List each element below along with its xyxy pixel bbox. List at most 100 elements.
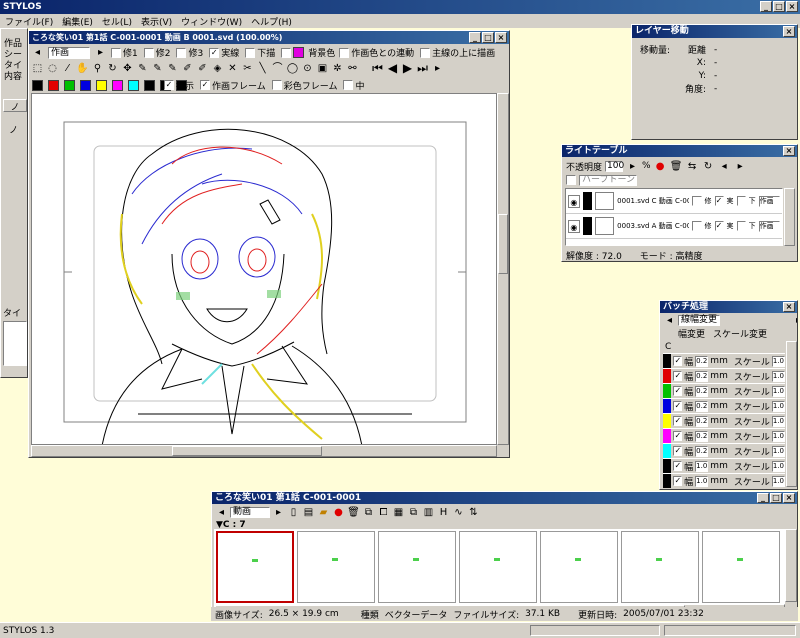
bg-color-swatch[interactable] xyxy=(293,47,305,58)
folder-icon[interactable]: ▰ xyxy=(317,506,330,519)
pen-icon[interactable]: ✎ xyxy=(136,62,149,75)
swap-icon[interactable]: ⇆ xyxy=(686,160,699,173)
canvas-hscroll[interactable] xyxy=(31,445,497,457)
rotate-icon[interactable]: ↻ xyxy=(106,62,119,75)
pen3-icon[interactable]: ✎ xyxy=(166,62,179,75)
lt-prev-icon[interactable]: ◂ xyxy=(718,160,731,173)
toggle-check[interactable] xyxy=(176,47,187,58)
toggle-toggles-4[interactable]: 下描 xyxy=(245,46,275,59)
batch-width-input[interactable]: 0.2 xyxy=(695,430,709,442)
more-icon[interactable]: ▸ xyxy=(431,62,444,75)
tl-select[interactable]: 動画 xyxy=(230,506,270,518)
delete-icon[interactable]: 🗑 xyxy=(347,506,360,519)
paste-icon[interactable]: ⧠ xyxy=(377,506,390,519)
lt-flag-check[interactable]: ✓ xyxy=(714,196,724,206)
batch-next-icon[interactable]: ▸ xyxy=(792,314,797,327)
brush2-icon[interactable]: ✐ xyxy=(196,62,209,75)
lt-mode-select[interactable]: 作画 xyxy=(758,220,780,232)
opacity-input[interactable]: 100 xyxy=(605,160,624,172)
copy-icon[interactable]: ⧉ xyxy=(362,506,375,519)
toggle-toggles-2[interactable]: 修3 xyxy=(176,46,203,59)
menu-item-2[interactable]: セル(L) xyxy=(102,15,132,28)
batch-check[interactable]: ✓ xyxy=(673,371,683,381)
record-icon[interactable]: ● xyxy=(654,160,667,173)
view-opt-3[interactable]: 中 xyxy=(343,79,365,92)
lt-mode-select[interactable]: 作画 xyxy=(758,195,780,207)
frame-thumb[interactable] xyxy=(297,531,375,603)
layer-move-close[interactable]: × xyxy=(783,26,795,37)
batch-mode-select[interactable]: 線幅変更 xyxy=(678,315,720,326)
opacity-stepper-icon[interactable]: ▸ xyxy=(626,160,639,173)
sort-icon[interactable]: ⇅ xyxy=(467,506,480,519)
frame-thumb[interactable] xyxy=(216,531,294,603)
canvas-max-button[interactable]: □ xyxy=(482,32,494,43)
toggle-toggles-1[interactable]: 修2 xyxy=(143,46,170,59)
palette-swatch-7[interactable] xyxy=(144,79,155,91)
menu-item-5[interactable]: ヘルプ(H) xyxy=(251,15,292,28)
hold-icon[interactable]: H xyxy=(437,506,450,519)
save-icon[interactable]: ▤ xyxy=(302,506,315,519)
palette-swatch-6[interactable] xyxy=(128,79,139,91)
lt-next-icon[interactable]: ▸ xyxy=(734,160,747,173)
view-opt-check[interactable] xyxy=(343,80,354,90)
toggle-toggles-3[interactable]: ✓ 実線 xyxy=(209,46,239,59)
drawing-canvas[interactable] xyxy=(31,93,497,445)
view-opt-1[interactable]: ✓ 作画フレーム xyxy=(200,79,266,92)
lt-flag-check[interactable] xyxy=(692,221,702,231)
batch-scale-input[interactable]: 1.0 xyxy=(771,460,785,472)
frame-thumb[interactable] xyxy=(621,531,699,603)
palette-swatch-2[interactable] xyxy=(64,79,75,91)
view-opt-2[interactable]: 彩色フレーム xyxy=(271,79,337,92)
view-opt-0[interactable]: ✓ 指示 xyxy=(164,79,194,92)
lt-scroll[interactable] xyxy=(784,188,795,246)
tl-vscroll[interactable] xyxy=(785,529,797,602)
batch-width-input[interactable]: 0.2 xyxy=(695,445,709,457)
frame-thumb[interactable] xyxy=(378,531,456,603)
view-opt-check[interactable]: ✓ xyxy=(200,80,211,90)
batch-width-input[interactable]: 0.2 xyxy=(695,415,709,427)
tl-close[interactable]: × xyxy=(783,493,795,503)
eye-icon[interactable]: ◉ xyxy=(568,194,580,208)
lt-flag-check[interactable] xyxy=(692,196,702,206)
left-tab[interactable]: ノ xyxy=(3,99,27,113)
view-opt-check[interactable]: ✓ xyxy=(164,80,174,90)
toggle-toggles-5[interactable]: 背景色 xyxy=(281,46,335,59)
last-frame-icon[interactable]: ⏭ xyxy=(416,62,429,75)
canvas-vscroll[interactable] xyxy=(497,93,509,445)
pen2-icon[interactable]: ✎ xyxy=(151,62,164,75)
hand-icon[interactable]: ✋ xyxy=(76,62,89,75)
canvas-close-button[interactable]: × xyxy=(495,32,507,43)
batch-scale-input[interactable]: 1.0 xyxy=(771,475,785,487)
menu-item-3[interactable]: 表示(V) xyxy=(141,15,172,28)
group-icon[interactable]: ▦ xyxy=(392,506,405,519)
lt-flag-check[interactable]: ✓ xyxy=(714,221,724,231)
first-frame-icon[interactable]: ⏮ xyxy=(371,62,384,75)
refresh-icon[interactable]: ↻ xyxy=(702,160,715,173)
lt-row[interactable]: ◉ 0001.svd C 動画 C-001... 修✓実 下作画 xyxy=(566,189,782,214)
arrow-right-icon[interactable]: ▸ xyxy=(94,46,107,59)
red-dot-icon[interactable]: ● xyxy=(332,506,345,519)
hscroll-thumb[interactable] xyxy=(172,446,322,456)
cut-icon[interactable]: ✂ xyxy=(241,62,254,75)
transform-icon[interactable]: ▣ xyxy=(316,62,329,75)
menu-item-0[interactable]: ファイル(F) xyxy=(5,15,53,28)
batch-prev-icon[interactable]: ◂ xyxy=(663,314,676,327)
maximize-button[interactable]: □ xyxy=(773,1,785,12)
batch-check[interactable]: ✓ xyxy=(673,386,683,396)
node-icon[interactable]: ⊙ xyxy=(301,62,314,75)
minimize-button[interactable]: _ xyxy=(760,1,772,12)
toggle-check[interactable] xyxy=(111,47,121,58)
batch-check[interactable]: ✓ xyxy=(673,356,683,366)
batch-close[interactable]: × xyxy=(783,302,795,312)
move-icon[interactable]: ✥ xyxy=(121,62,134,75)
halftone-select[interactable]: ハーフトーン xyxy=(579,174,637,186)
batch-scale-input[interactable]: 1.0 xyxy=(771,445,785,457)
batch-scroll[interactable] xyxy=(786,341,797,487)
batch-width-input[interactable]: 0.2 xyxy=(695,385,709,397)
palette-swatch-3[interactable] xyxy=(80,79,91,91)
layers-icon[interactable]: ▥ xyxy=(422,506,435,519)
batch-check[interactable]: ✓ xyxy=(673,401,683,411)
palette-swatch-5[interactable] xyxy=(112,79,123,91)
light-table-close[interactable]: × xyxy=(783,146,795,156)
wand-icon[interactable]: ⁄ xyxy=(61,62,74,75)
